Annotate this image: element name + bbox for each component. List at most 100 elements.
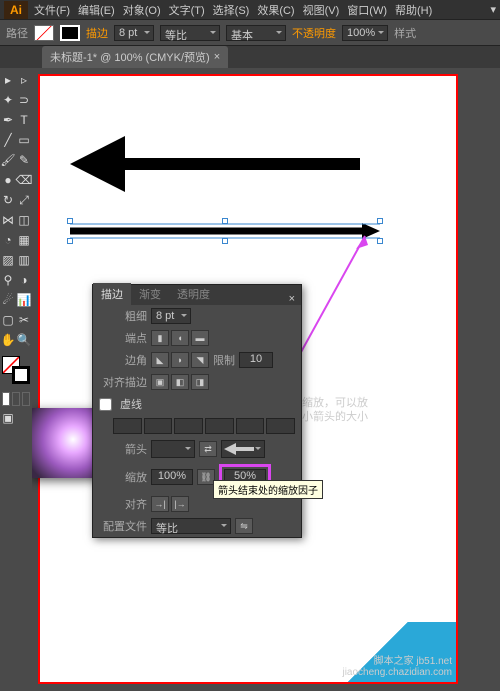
gradient-tool[interactable]: ▥ (16, 250, 32, 270)
profile-label: 配置文件 (99, 518, 147, 534)
menu-type[interactable]: 文字(T) (169, 2, 205, 18)
panel-close-icon[interactable]: × (283, 293, 301, 305)
dash-checkbox[interactable] (99, 398, 112, 411)
arrowhead-end[interactable] (221, 440, 265, 458)
corner-miter[interactable]: ◣ (151, 352, 169, 368)
arrowhead-start[interactable] (151, 440, 195, 458)
blob-brush-tool[interactable]: ● (0, 170, 16, 190)
dash-2[interactable] (174, 418, 203, 434)
panel-tab-transparency[interactable]: 透明度 (169, 283, 218, 305)
align-outside[interactable]: ◨ (191, 374, 209, 390)
rotate-tool[interactable]: ↻ (0, 190, 16, 210)
perspective-tool[interactable]: ▦ (16, 230, 32, 250)
selection-tool[interactable]: ▸ (0, 70, 16, 90)
panel-tab-stroke[interactable]: 描边 (93, 283, 131, 305)
magic-wand-tool[interactable]: ✦ (0, 90, 16, 110)
document-tab-title: 未标题-1* @ 100% (CMYK/预览) (50, 49, 210, 65)
gap-2[interactable] (205, 418, 234, 434)
profile-dropdown[interactable]: 等比 (151, 518, 231, 534)
menu-help[interactable]: 帮助(H) (395, 2, 432, 18)
dash-1[interactable] (113, 418, 142, 434)
screen-mode[interactable]: ▣ (0, 408, 16, 428)
none-mode[interactable] (22, 392, 30, 406)
blend-tool[interactable]: ◑ (16, 270, 32, 290)
canvas-area[interactable]: 修改缩放，可以放大缩小箭头的大小 脚本之家 jb51.netjiaocheng.… (32, 68, 500, 691)
opacity-label[interactable]: 不透明度 (292, 25, 336, 41)
slice-tool[interactable]: ✂ (16, 310, 32, 330)
gradient-mode[interactable] (12, 392, 20, 406)
pencil-tool[interactable]: ✎ (16, 150, 32, 170)
hand-tool[interactable]: ✋ (0, 330, 16, 350)
menu-window[interactable]: 窗口(W) (347, 2, 387, 18)
tab-close-icon[interactable]: × (214, 51, 220, 63)
width-tool[interactable]: ⋈ (0, 210, 16, 230)
symbol-sprayer-tool[interactable]: ☄ (0, 290, 16, 310)
corner-round[interactable]: ◗ (171, 352, 189, 368)
fill-swatch[interactable] (34, 25, 54, 41)
align-inside[interactable]: ◧ (171, 374, 189, 390)
artboard-tool[interactable]: ▢ (0, 310, 16, 330)
weight-input[interactable]: 8 pt (151, 308, 191, 324)
align-stroke-label: 对齐描边 (99, 374, 147, 390)
free-transform-tool[interactable]: ◫ (16, 210, 32, 230)
flip-profile-icon[interactable]: ⇋ (235, 518, 253, 534)
brush-dropdown[interactable]: 基本 (226, 25, 286, 41)
align-arrow-end[interactable]: |→ (171, 496, 189, 512)
miter-input[interactable]: 10 (239, 352, 273, 368)
menu-edit[interactable]: 编辑(E) (78, 2, 115, 18)
graph-tool[interactable]: 📊 (16, 290, 32, 310)
paintbrush-tool[interactable]: 🖌 (0, 150, 16, 170)
align-arrow-tip[interactable]: →| (151, 496, 169, 512)
rectangle-tool[interactable]: ▭ (16, 130, 32, 150)
pen-tool[interactable]: ✒ (0, 110, 16, 130)
big-arrow-graphic (70, 136, 360, 196)
zoom-tool[interactable]: 🔍 (16, 330, 32, 350)
menu-select[interactable]: 选择(S) (213, 2, 250, 18)
scale-label: 缩放 (99, 469, 147, 485)
selected-arrow-graphic[interactable] (70, 221, 380, 241)
menu-object[interactable]: 对象(O) (123, 2, 161, 18)
line-tool[interactable]: ╱ (0, 130, 16, 150)
gap-1[interactable] (144, 418, 173, 434)
document-tab[interactable]: 未标题-1* @ 100% (CMYK/预览) × (42, 46, 228, 68)
cap-round[interactable]: ◖ (171, 330, 189, 346)
path-label: 路径 (6, 25, 28, 41)
stroke-panel: 描边 渐变 透明度 × 粗细8 pt 端点▮◖▬ 边角◣◗◥限制10 对齐描边▣… (92, 284, 302, 538)
eraser-tool[interactable]: ⌫ (16, 170, 32, 190)
stroke-swatch[interactable] (60, 25, 80, 41)
width-profile-dropdown[interactable]: 等比 (160, 25, 220, 41)
stroke-weight-dropdown[interactable]: 8 pt (114, 25, 154, 41)
menu-effect[interactable]: 效果(C) (257, 2, 294, 18)
shape-builder-tool[interactable]: ◔ (0, 230, 16, 250)
scale-start-input[interactable]: 100% (151, 469, 193, 485)
align-center[interactable]: ▣ (151, 374, 169, 390)
workspace-dropdown-icon[interactable]: ▾ (490, 3, 496, 16)
menu-file[interactable]: 文件(F) (34, 2, 70, 18)
fill-stroke-control[interactable] (2, 356, 30, 384)
direct-selection-tool[interactable]: ▹ (16, 70, 32, 90)
dash-3[interactable] (236, 418, 265, 434)
scale-tool[interactable]: ⤢ (16, 190, 32, 210)
corner-bevel[interactable]: ◥ (191, 352, 209, 368)
document-tabbar: 未标题-1* @ 100% (CMYK/预览) × (0, 46, 500, 68)
cap-label: 端点 (99, 330, 147, 346)
eyedropper-tool[interactable]: ⚲ (0, 270, 16, 290)
panel-tab-gradient[interactable]: 渐变 (131, 283, 169, 305)
color-mode[interactable] (2, 392, 10, 406)
gap-3[interactable] (266, 418, 295, 434)
type-tool[interactable]: T (16, 110, 32, 130)
lasso-tool[interactable]: ⊃ (16, 90, 32, 110)
opacity-dropdown[interactable]: 100% (342, 25, 388, 41)
menubar: Ai 文件(F) 编辑(E) 对象(O) 文字(T) 选择(S) 效果(C) 视… (0, 0, 500, 20)
mesh-tool[interactable]: ▨ (0, 250, 16, 270)
swap-arrowheads-icon[interactable]: ⇄ (199, 441, 217, 457)
weight-label: 粗细 (99, 308, 147, 324)
dash-label: 虚线 (120, 396, 142, 412)
cap-projecting[interactable]: ▬ (191, 330, 209, 346)
miter-label: 限制 (213, 352, 235, 368)
align-arrow-label: 对齐 (99, 496, 147, 512)
cap-butt[interactable]: ▮ (151, 330, 169, 346)
menu-view[interactable]: 视图(V) (303, 2, 340, 18)
stroke-label[interactable]: 描边 (86, 25, 108, 41)
arrowheads-label: 箭头 (99, 441, 147, 457)
